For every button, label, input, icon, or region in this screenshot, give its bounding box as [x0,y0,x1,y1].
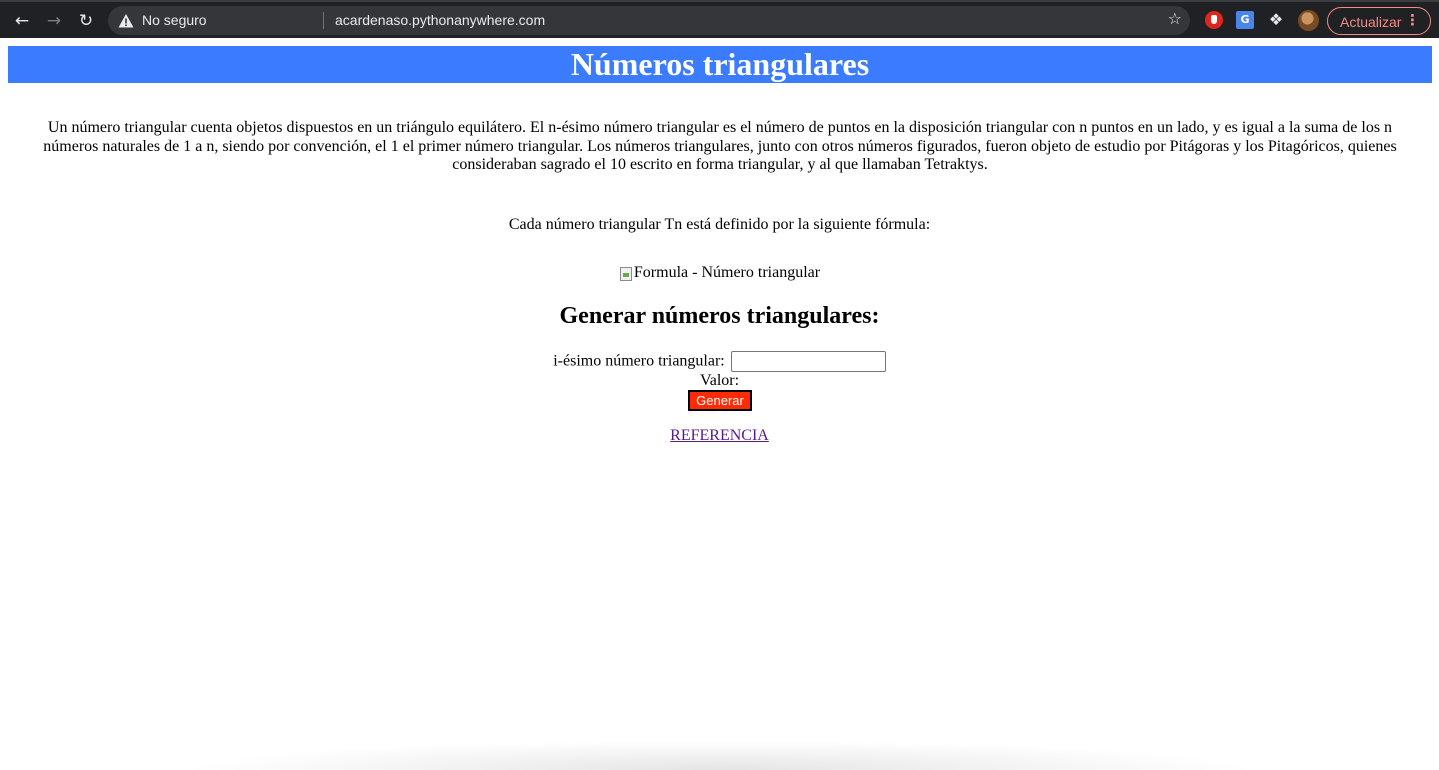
formula-image: Formula - Número triangular [0,264,1439,286]
translate-extension-icon[interactable]: G [1236,11,1254,29]
broken-image-icon [619,265,633,281]
formula-image-alt: Formula - Número triangular [633,264,821,281]
generate-button[interactable]: Generar [688,390,752,411]
reference-row: REFERENCIA [0,427,1439,445]
index-input[interactable] [730,351,886,372]
input-row: i-ésimo número triangular: [0,351,1439,372]
address-bar[interactable]: No seguro acardenaso.pythonanywhere.com … [108,6,1190,35]
back-icon[interactable]: ← [10,9,34,33]
adblock-extension-icon[interactable] [1205,11,1223,29]
reference-link[interactable]: REFERENCIA [670,427,769,444]
bottom-shadow [180,740,1260,770]
bookmark-star-icon[interactable]: ☆ [1168,9,1182,28]
generate-heading: Generar números triangulares: [559,303,880,329]
reload-icon[interactable]: ↻ [74,9,98,33]
index-input-label: i-ésimo número triangular: [553,352,725,370]
page-title: Números triangulares [8,46,1432,83]
forward-icon[interactable]: → [42,9,66,33]
url-text[interactable]: acardenaso.pythonanywhere.com [335,12,545,28]
formula-description: Cada número triangular Tn está definido … [508,216,931,233]
security-status-label[interactable]: No seguro [142,12,207,28]
browser-toolbar: ← → ↻ No seguro acardenaso.pythonanywher… [0,0,1439,38]
extensions-puzzle-icon[interactable]: ❖ [1267,11,1285,29]
profile-avatar[interactable] [1298,10,1319,31]
result-row: Valor: [0,372,1439,390]
intro-paragraph: Un número triangular cuenta objetos disp… [43,119,1397,173]
update-button[interactable]: Actualizar ⋮ [1327,7,1431,35]
more-vertical-icon: ⋮ [1405,11,1420,29]
result-label: Valor: [699,372,740,389]
warning-icon[interactable] [118,13,134,29]
update-button-label: Actualizar [1340,14,1402,30]
omnibox-divider [323,12,324,29]
